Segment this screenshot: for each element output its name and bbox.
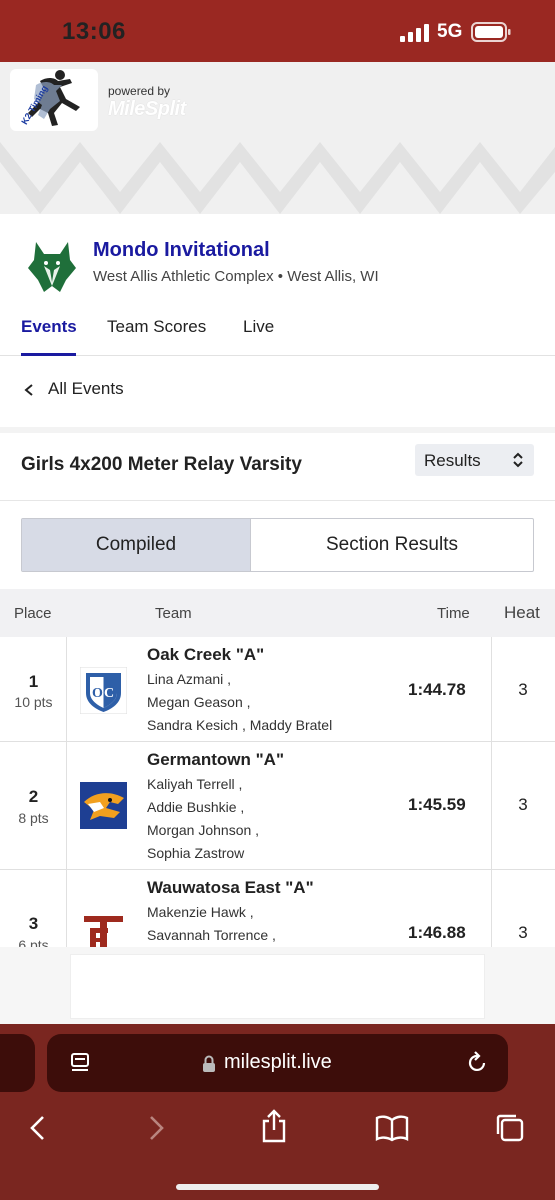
time-value: 1:44.78 [408, 680, 466, 699]
view-toggle: Compiled Section Results [21, 518, 534, 572]
view-toggle-wrap: Compiled Section Results [0, 501, 555, 589]
points-value: 8 pts [18, 810, 49, 826]
team-name[interactable]: Oak Creek "A" [147, 645, 264, 665]
tab-live[interactable]: Live [243, 317, 274, 337]
team-name[interactable]: Germantown "A" [147, 750, 284, 770]
runner-name: Addie Bushkie , [147, 799, 245, 815]
ad-banner[interactable] [70, 954, 485, 1019]
svg-text:O: O [92, 686, 103, 701]
view-select-value: Results [424, 451, 481, 470]
points-value: 6 pts [18, 937, 49, 947]
svg-text:C: C [104, 686, 114, 701]
heat-value: 3 [518, 680, 528, 699]
table-row[interactable]: 3 6 pts Wauwatosa East "A" Makenzie Hawk… [0, 870, 555, 947]
battery-icon [471, 22, 511, 42]
status-time: 13:06 [62, 18, 126, 45]
home-indicator [176, 1184, 379, 1190]
header-team: Team [155, 605, 192, 622]
section-results-button[interactable]: Section Results [251, 519, 533, 571]
table-row[interactable]: 1 10 pts O C Oak Creek "A" Lina Azmani ,… [0, 637, 555, 742]
header-time: Time [437, 605, 470, 622]
tabs-icon[interactable] [494, 1112, 526, 1144]
husky-logo-icon [28, 242, 76, 292]
network-label: 5G [437, 21, 463, 42]
time-value: 1:45.59 [408, 795, 466, 814]
bookmarks-icon[interactable] [375, 1114, 409, 1142]
team-name[interactable]: Wauwatosa East "A" [147, 878, 314, 898]
results-table-header: Place Team Time Heat [0, 589, 555, 637]
updown-chevron-icon [513, 452, 523, 468]
site-header: K2 Timing powered by MileSplit [0, 62, 555, 214]
runner-name: Morgan Johnson , [147, 822, 260, 838]
runner-name: Megan Geason , [147, 694, 251, 710]
tab-team-scores[interactable]: Team Scores [107, 317, 206, 337]
k2-timing-logo[interactable]: K2 Timing [10, 69, 98, 131]
points-value: 10 pts [14, 694, 53, 710]
address-bar[interactable]: milesplit.live [47, 1034, 508, 1092]
heat-value: 3 [518, 795, 528, 814]
germantown-logo-icon [80, 782, 127, 829]
reader-icon[interactable] [69, 1052, 91, 1074]
header-heat: Heat [504, 603, 540, 622]
place-cell [0, 870, 67, 947]
place-value: 1 [28, 672, 39, 691]
powered-by-label: powered by [108, 84, 171, 98]
meet-location: West Allis Athletic Complex • West Allis… [93, 268, 379, 285]
heat-value: 3 [518, 923, 528, 942]
back-icon[interactable] [28, 1114, 48, 1142]
event-title: Girls 4x200 Meter Relay Varsity [21, 454, 302, 475]
place-value: 3 [28, 914, 39, 933]
status-bar: 13:06 5G [0, 0, 555, 62]
place-value: 2 [28, 787, 39, 806]
forward-icon[interactable] [146, 1114, 166, 1142]
wauwatosa-east-logo-icon [80, 910, 127, 947]
event-header: Girls 4x200 Meter Relay Varsity Results [0, 433, 555, 501]
previous-tab-pill[interactable] [0, 1034, 35, 1092]
meet-title[interactable]: Mondo Invitational [93, 239, 270, 262]
chevron-left-icon [24, 384, 33, 396]
back-link[interactable]: All Events [0, 357, 555, 427]
results-table: 1 10 pts O C Oak Creek "A" Lina Azmani ,… [0, 637, 555, 947]
oak-creek-logo-icon: O C [80, 667, 127, 714]
compiled-button[interactable]: Compiled [22, 519, 251, 571]
meet-info: Mondo Invitational West Allis Athletic C… [0, 214, 555, 356]
url-text: milesplit.live [224, 1051, 332, 1073]
runner-name: Kaliyah Terrell , [147, 776, 243, 792]
header-place: Place [14, 605, 52, 622]
view-select[interactable]: Results [415, 444, 534, 476]
browser-toolbar: milesplit.live [0, 1024, 555, 1200]
runner-name: Savannah Torrence , [147, 927, 276, 943]
runner-name: Makenzie Hawk , [147, 904, 254, 920]
reload-icon[interactable] [467, 1051, 489, 1075]
active-tab-indicator [21, 353, 76, 356]
milesplit-logo[interactable]: MileSplit [108, 98, 186, 121]
signal-icon [400, 24, 429, 42]
chevron-pattern [0, 142, 555, 214]
share-icon[interactable] [260, 1108, 288, 1144]
runner-icon: K2 Timing [19, 70, 80, 126]
table-row[interactable]: 2 8 pts Germantown "A" Kaliyah Terrell ,… [0, 742, 555, 870]
tab-events[interactable]: Events [21, 317, 77, 337]
runner-name: Lina Azmani , [147, 671, 232, 687]
time-value: 1:46.88 [408, 923, 466, 942]
lock-icon [203, 1055, 215, 1072]
back-label: All Events [48, 379, 124, 398]
runner-name: Sandra Kesich , Maddy Bratel [147, 717, 333, 733]
runner-name: Sophia Zastrow [147, 845, 245, 861]
